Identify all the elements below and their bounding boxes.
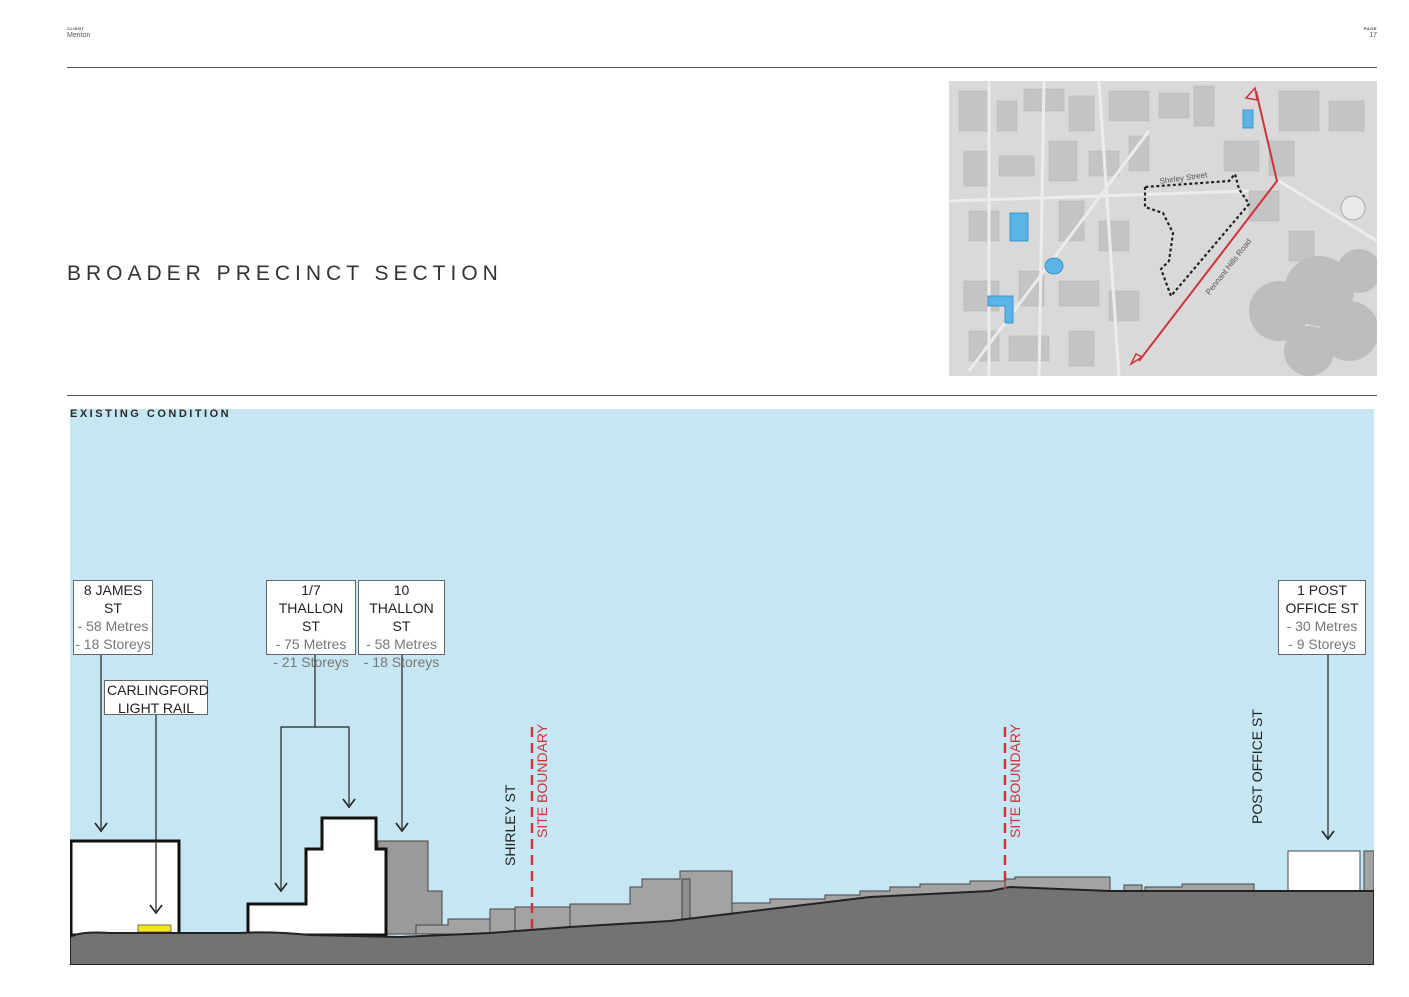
callout-storeys: - 18 Storeys <box>363 654 440 670</box>
callout-carlingford-light-rail: CARLINGFORD LIGHT RAIL <box>104 680 209 716</box>
label-site-boundary-1: SITE BOUNDARY <box>534 723 550 838</box>
callout-height: - 75 Metres <box>275 636 347 652</box>
label-shirley-st: SHIRLEY ST <box>502 784 518 866</box>
callout-1-7-thallon-st: 1/7 THALLON ST - 75 Metres - 21 Storeys <box>266 580 356 670</box>
label-site-boundary-2: SITE BOUNDARY <box>1007 723 1023 838</box>
header-divider <box>67 67 1377 68</box>
callout-storeys: - 18 Storeys <box>75 636 151 652</box>
section-label: EXISTING CONDITION <box>70 408 232 420</box>
page-title: BROADER PRECINCT SECTION <box>67 262 503 285</box>
callout-height: - 30 Metres <box>1286 618 1358 634</box>
callout-storeys: - 21 Storeys <box>273 654 349 670</box>
label-post-office-st: POST OFFICE ST <box>1249 709 1265 824</box>
callout-title: 8 JAMES ST <box>83 582 143 616</box>
callout-title: 1 POST OFFICE ST <box>1285 582 1359 616</box>
precinct-section-diagram <box>69 409 1375 966</box>
callout-title: CARLINGFORD LIGHT RAIL <box>107 682 209 716</box>
callout-title: 1/7 THALLON ST <box>278 582 344 634</box>
page-label: PAGE <box>1363 26 1377 31</box>
client-name: Meriton <box>67 32 91 39</box>
callout-storeys: - 9 Storeys <box>1288 636 1356 652</box>
site-location-map: Shirley Street Pennant Hills Road <box>949 81 1377 376</box>
callout-1-post-office-st: 1 POST OFFICE ST - 30 Metres - 9 Storeys <box>1278 580 1366 655</box>
callout-8-james-st: 8 JAMES ST - 58 Metres - 18 Storeys <box>73 580 153 655</box>
callout-10-thallon-st: 10 THALLON ST - 58 Metres - 18 Storeys <box>358 580 445 670</box>
callout-height: - 58 Metres <box>77 618 149 634</box>
client-label: CLIENT <box>67 26 85 31</box>
callout-height: - 58 Metres <box>366 636 437 652</box>
section-divider <box>67 395 1377 396</box>
callout-title: 10 THALLON ST <box>369 582 434 634</box>
page-number: 17 <box>1369 32 1377 39</box>
